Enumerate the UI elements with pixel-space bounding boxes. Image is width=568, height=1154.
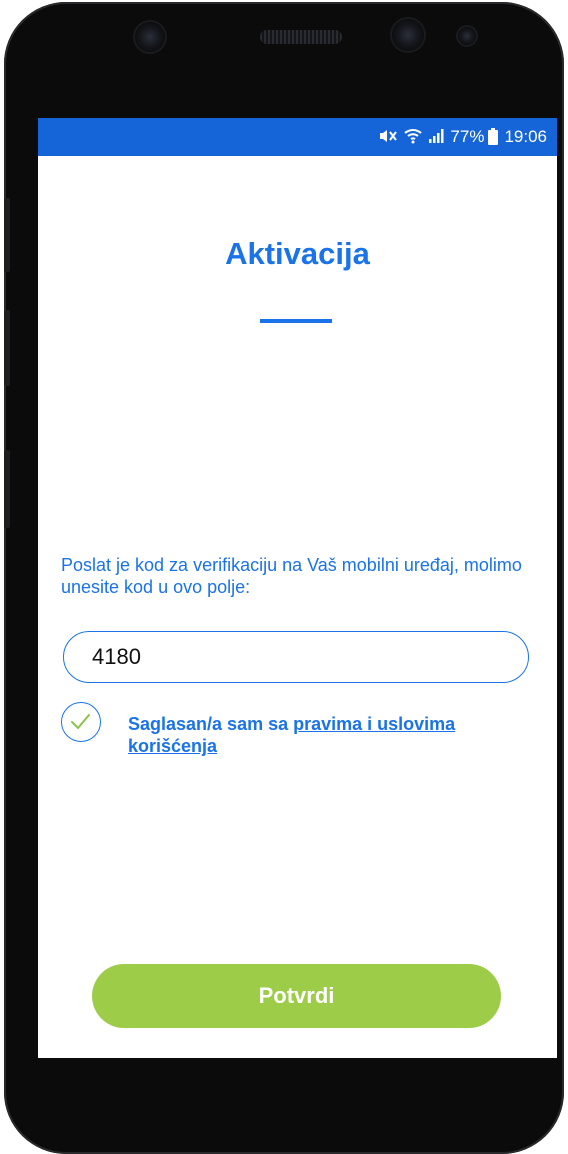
cellular-signal-icon: [428, 128, 444, 147]
verification-code-input[interactable]: 4180: [63, 631, 529, 683]
phone-screen: 77% 19:06 Aktivacija Poslat je kod za ve…: [38, 118, 557, 1058]
earpiece-speaker: [260, 30, 342, 44]
front-camera-icon: [135, 22, 165, 52]
proximity-sensor-icon: [458, 27, 476, 45]
page-title: Aktivacija: [225, 236, 370, 271]
status-bar: 77% 19:06: [38, 118, 557, 156]
volume-up-button: [4, 310, 10, 386]
confirm-button[interactable]: Potvrdi: [92, 964, 501, 1028]
wifi-icon: [404, 128, 423, 147]
mute-icon: [378, 128, 398, 147]
title-underline: [260, 319, 332, 323]
terms-label: Saglasan/a sam sa: [128, 714, 294, 734]
app-mockup: 77% 19:06 Aktivacija Poslat je kod za ve…: [0, 0, 568, 1154]
check-mark-icon: [71, 714, 90, 729]
battery-charging-icon: [488, 127, 499, 145]
terms-checkbox[interactable]: [61, 702, 101, 742]
instruction-text: Poslat je kod za verifikaciju na Vaš mob…: [61, 555, 522, 597]
power-button: [4, 198, 10, 272]
clock: 19:06: [504, 127, 547, 146]
volume-down-button: [4, 450, 10, 528]
phone-frame: 77% 19:06 Aktivacija Poslat je kod za ve…: [4, 2, 564, 1154]
terms-agreement: Saglasan/a sam sa pravima i uslovima kor…: [128, 713, 528, 757]
battery-percent: 77%: [450, 127, 485, 146]
front-sensor-icon: [392, 19, 424, 51]
